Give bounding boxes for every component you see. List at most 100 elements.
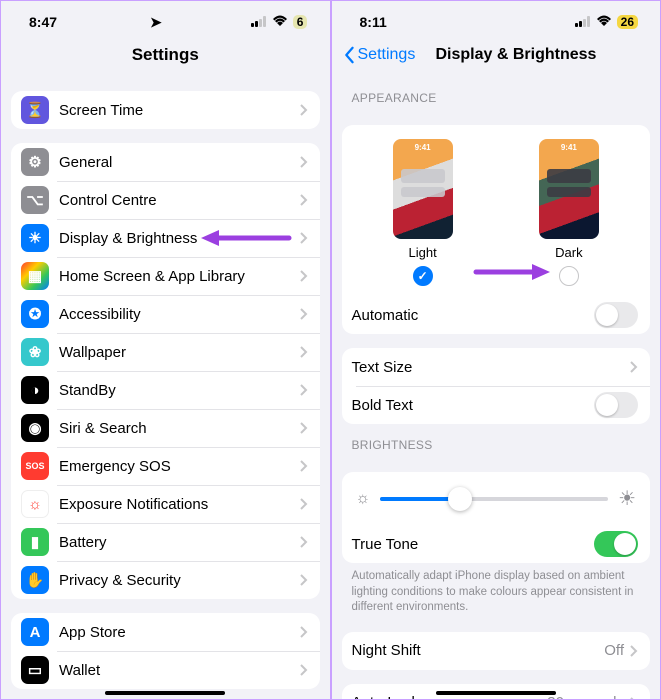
flower-icon: ❀ (21, 338, 49, 366)
dark-radio[interactable] (559, 266, 579, 286)
settings-row-wallet[interactable]: ▭Wallet (11, 651, 320, 689)
settings-list[interactable]: ⏳ Screen Time ⚙General ⌥ Control Centre ☀Dis… (1, 77, 330, 699)
true-tone-toggle[interactable] (594, 531, 638, 557)
true-tone-label: True Tone (352, 536, 595, 553)
chevron-icon (300, 308, 308, 320)
appearance-dark-option[interactable]: Dark (539, 139, 599, 286)
settings-row-battery[interactable]: ▮ Battery (11, 523, 320, 561)
automatic-toggle[interactable] (594, 302, 638, 328)
exposure-icon: ☼ (21, 490, 49, 518)
settings-row-control-centre[interactable]: ⌥ Control Centre (11, 181, 320, 219)
signal-icon (251, 14, 267, 30)
sun-small-icon: ☼ (356, 490, 371, 508)
night-shift-value: Off (604, 642, 624, 659)
standby-icon: ◑ (21, 376, 49, 404)
home-indicator[interactable] (105, 691, 225, 695)
row-label: Exposure Notifications (59, 496, 300, 513)
wifi-icon (272, 14, 288, 30)
settings-row-general[interactable]: ⚙General (11, 143, 320, 181)
battery-pill: 6 (293, 15, 308, 29)
status-time: 8:11 (360, 14, 387, 30)
settings-row-app-store[interactable]: A App Store (11, 613, 320, 651)
section-header-appearance: APPEARANCE (332, 77, 661, 111)
brightness-slider[interactable] (380, 497, 608, 501)
text-group: Text Size Bold Text (342, 348, 651, 424)
back-button[interactable]: Settings (342, 46, 416, 64)
automatic-label: Automatic (352, 307, 595, 324)
settings-row-exposure-notifications[interactable]: ☼ Exposure Notifications (11, 485, 320, 523)
night-shift-row[interactable]: Night Shift Off (342, 632, 651, 670)
battery-pill: 26 (617, 15, 638, 29)
settings-row-wallpaper[interactable]: ❀ Wallpaper (11, 333, 320, 371)
settings-row-privacy-security[interactable]: ✋ Privacy & Security (11, 561, 320, 599)
row-label: Siri & Search (59, 420, 300, 437)
hand-icon: ✋ (21, 566, 49, 594)
toggles-icon: ⌥ (21, 186, 49, 214)
group-general: ⚙General ⌥ Control Centre ☀Display & Bright… (11, 143, 320, 599)
settings-row-home-screen-app-library[interactable]: ▦ Home Screen & App Library (11, 257, 320, 295)
display-settings[interactable]: APPEARANCE Light Dark Automatic (332, 77, 661, 699)
chevron-icon (300, 498, 308, 510)
text-size-row[interactable]: Text Size (342, 348, 651, 386)
row-label: Accessibility (59, 306, 300, 323)
display-brightness-screen: 8:11 26 Settings Display & Brightness AP… (331, 0, 661, 700)
night-shift-label: Night Shift (352, 642, 605, 659)
group-screentime: ⏳ Screen Time (11, 91, 320, 129)
row-label: Home Screen & App Library (59, 268, 300, 285)
chevron-icon (300, 232, 308, 244)
chevron-icon (630, 361, 638, 373)
appearance-picker: Light Dark (342, 125, 651, 296)
appearance-light-option[interactable]: Light (393, 139, 453, 286)
text-size-label: Text Size (352, 359, 631, 376)
light-radio[interactable] (413, 266, 433, 286)
chevron-icon (300, 422, 308, 434)
back-label: Settings (358, 46, 416, 64)
page-title: Display & Brightness (436, 46, 597, 64)
chevron-icon (300, 664, 308, 676)
appearance-group: Light Dark Automatic (342, 125, 651, 334)
bold-text-row[interactable]: Bold Text (342, 386, 651, 424)
bold-text-toggle[interactable] (594, 392, 638, 418)
brightness-slider-row: ☼ ☀ (342, 472, 651, 525)
sun-large-icon: ☀ (618, 486, 636, 511)
wallet-icon: ▭ (21, 656, 49, 684)
chevron-icon (300, 194, 308, 206)
siri-icon: ◉ (21, 414, 49, 442)
grid-icon: ▦ (21, 262, 49, 290)
settings-row-emergency-sos[interactable]: SOSEmergency SOS (11, 447, 320, 485)
settings-row-siri-search[interactable]: ◉ Siri & Search (11, 409, 320, 447)
section-header-brightness: BRIGHTNESS (332, 424, 661, 458)
status-bar: 8:11 26 (332, 1, 661, 37)
true-tone-row[interactable]: True Tone (342, 525, 651, 563)
hourglass-icon: ⏳ (21, 96, 49, 124)
accessibility-icon: ✪ (21, 300, 49, 328)
row-label: Privacy & Security (59, 572, 300, 589)
settings-row-accessibility[interactable]: ✪ Accessibility (11, 295, 320, 333)
row-label: Control Centre (59, 192, 300, 209)
chevron-icon (300, 460, 308, 472)
row-label: App Store (59, 624, 300, 641)
chevron-icon (300, 626, 308, 638)
settings-row-screen-time[interactable]: ⏳ Screen Time (11, 91, 320, 129)
row-label: Screen Time (59, 102, 300, 119)
chevron-icon (300, 156, 308, 168)
true-tone-footer: Automatically adapt iPhone display based… (332, 563, 661, 618)
row-label: Battery (59, 534, 300, 551)
light-label: Light (409, 245, 437, 260)
chevron-icon (300, 536, 308, 548)
chevron-icon (300, 104, 308, 116)
row-label: General (59, 154, 300, 171)
chevron-icon (300, 384, 308, 396)
nightshift-group: Night Shift Off (342, 632, 651, 670)
home-indicator[interactable] (436, 691, 556, 695)
bold-text-label: Bold Text (352, 397, 595, 414)
battery-icon: ▮ (21, 528, 49, 556)
appstore-icon: A (21, 618, 49, 646)
light-preview (393, 139, 453, 239)
status-time: 8:47 (29, 14, 57, 30)
automatic-row[interactable]: Automatic (342, 296, 651, 334)
row-label: Wallpaper (59, 344, 300, 361)
settings-row-standby[interactable]: ◑StandBy (11, 371, 320, 409)
chevron-icon (630, 697, 638, 699)
settings-row-display-brightness[interactable]: ☀Display & Brightness (11, 219, 320, 257)
